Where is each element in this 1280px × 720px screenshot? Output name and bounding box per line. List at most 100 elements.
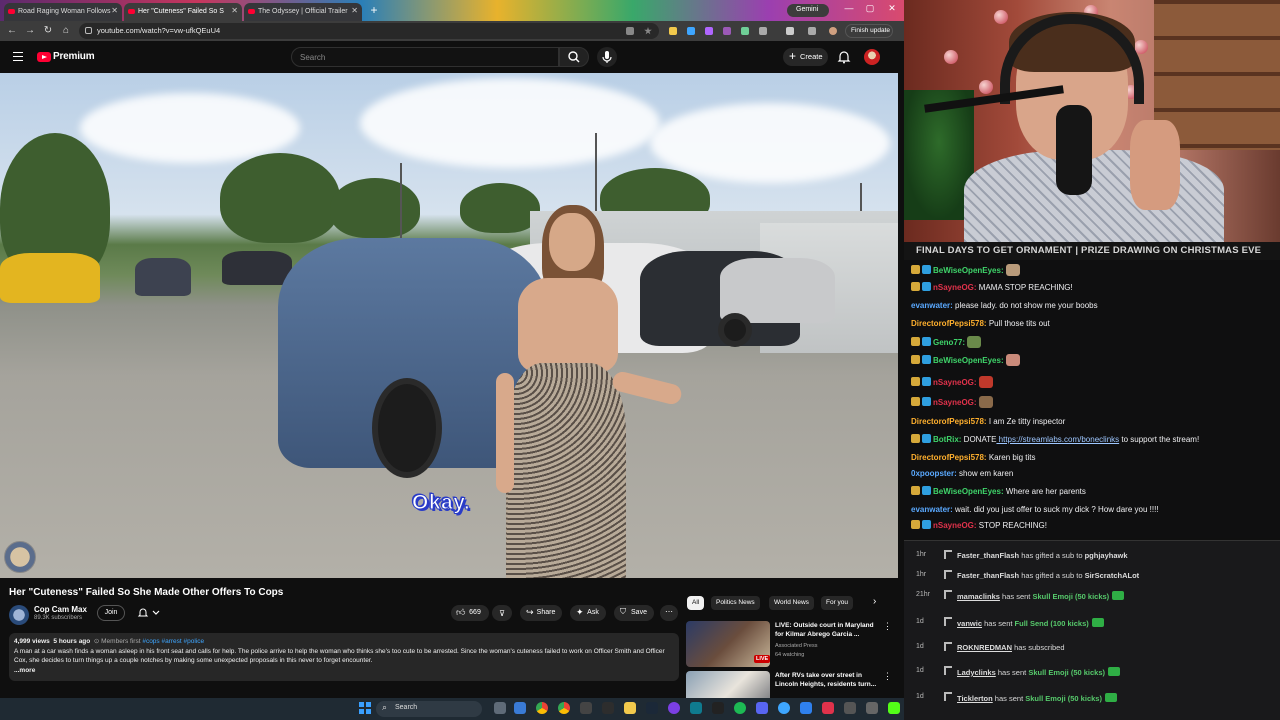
back-icon[interactable]: ← [6,25,18,37]
chrome-icon[interactable] [536,702,548,714]
create-button[interactable]: + Create [783,48,828,66]
description-box[interactable]: 4,999 views 5 hours ago ⊙ Members first … [9,633,679,681]
chat-username[interactable]: BeWiseOpenEyes: [933,266,1004,275]
download-icon[interactable] [808,27,816,35]
discord-icon[interactable] [756,702,768,714]
chat-username[interactable]: nSayneOG: [933,378,977,387]
chat-username[interactable]: nSayneOG: [933,283,977,292]
event-username[interactable]: Faster_thanFlash [957,571,1019,580]
chat-username[interactable]: BotRix: [933,435,961,444]
close-tab-icon[interactable]: ✕ [231,6,238,15]
subscription-bell-button[interactable] [131,605,165,621]
share-button[interactable]: ↪ Share [520,605,562,621]
event-username[interactable]: Ticklerton [957,694,993,703]
chat-link[interactable]: https://streamlabs.com/boneclinks [996,435,1120,444]
chat-username[interactable]: 0xpoopster: [911,469,957,478]
home-icon[interactable]: ⌂ [60,25,72,37]
chat-username[interactable]: DirectorofPepsi578: [911,453,987,462]
chip-for-you[interactable]: For you [821,596,854,610]
minimize-icon[interactable]: — [841,3,857,17]
chat-username[interactable]: BeWiseOpenEyes: [933,487,1004,496]
tab-cuteness[interactable]: Her "Cuteness" Failed So S ✕ [124,3,242,21]
close-window-icon[interactable]: ✕ [884,3,900,17]
app-icon[interactable] [822,702,834,714]
chat-username[interactable]: DirectorofPepsi578: [911,417,987,426]
chat-username[interactable]: Geno77: [933,338,965,347]
task-view-icon[interactable] [494,702,506,714]
chat-username[interactable]: nSayneOG: [933,398,977,407]
hashtags[interactable]: #cops #arrest #police [142,638,204,645]
finish-update-button[interactable]: Finish update [845,24,893,38]
menu-icon[interactable] [13,52,23,61]
chip-politics-news[interactable]: Politics News [711,596,760,610]
app-icon[interactable] [866,702,878,714]
video-thumbnail[interactable] [686,671,770,698]
more-actions-button[interactable]: ⋯ [660,605,678,621]
chat-username[interactable]: evanwater: [911,301,953,310]
like-button[interactable]: 👍︎ 669 [451,605,489,621]
sidebar-icon[interactable] [786,27,794,35]
extensions-puzzle-icon[interactable] [759,27,767,35]
event-recipient[interactable]: SirScratchALot [1085,571,1140,580]
install-icon[interactable] [626,27,634,35]
copilot-icon[interactable] [514,702,526,714]
account-avatar[interactable] [864,49,880,65]
extension-icon[interactable] [723,27,731,35]
chat-username[interactable]: evanwater: [911,505,953,514]
terminal-icon[interactable] [602,702,614,714]
profile-avatar[interactable] [829,27,837,35]
obs-icon[interactable] [712,702,724,714]
steam-icon[interactable] [646,702,658,714]
new-tab-icon[interactable]: + [367,3,381,17]
chrome-icon[interactable] [558,702,570,714]
app-icon[interactable] [580,702,592,714]
app-icon[interactable] [668,702,680,714]
show-more-link[interactable]: ...more [14,666,674,676]
event-username[interactable]: mamaclinks [957,592,1000,601]
recommended-title[interactable]: After RVs take over street in Lincoln He… [775,671,881,689]
forward-icon[interactable]: → [24,25,36,37]
event-username[interactable]: ROKNREDMAN [957,643,1012,652]
chat-username[interactable]: nSayneOG: [933,521,977,530]
dislike-button[interactable]: ⊽ [492,605,512,621]
chip-all[interactable]: All [687,596,705,610]
address-bar[interactable]: youtube.com/watch?v=vw-ufkQEuU4 [79,23,659,39]
recommended-title[interactable]: LIVE: Outside court in Maryland for Kilm… [775,621,881,639]
close-tab-icon[interactable]: ✕ [111,6,118,15]
event-username[interactable]: Ladyclinks [957,668,996,677]
voice-search-button[interactable] [597,47,617,67]
event-username[interactable]: Faster_thanFlash [957,551,1019,560]
extension-icon[interactable] [741,27,749,35]
windows-start-icon[interactable] [359,702,371,714]
restore-icon[interactable]: ▢ [862,3,878,17]
close-tab-icon[interactable]: ✕ [351,6,358,15]
app-icon[interactable] [690,702,702,714]
chevron-right-icon[interactable]: › [873,596,876,607]
reload-icon[interactable]: ↻ [42,25,54,37]
event-recipient[interactable]: pghjayhawk [1085,551,1128,560]
spotify-icon[interactable] [734,702,746,714]
extension-icon[interactable] [687,27,695,35]
search-button[interactable] [559,47,589,67]
tab-road-raging[interactable]: Road Raging Woman Follows ✕ [4,3,122,21]
taskbar-search[interactable]: ⌕ Search [376,701,482,717]
chat-username[interactable]: BeWiseOpenEyes: [933,356,1004,365]
extension-icon[interactable] [705,27,713,35]
app-icon[interactable] [844,702,856,714]
app-icon[interactable] [778,702,790,714]
join-button[interactable]: Join [97,605,125,621]
tab-odyssey[interactable]: The Odyssey | Official Trailer ✕ [244,3,362,21]
recommended-video[interactable]: LIVE LIVE: Outside court in Maryland for… [686,621,896,667]
save-button[interactable]: ⛉ Save [614,605,654,621]
ask-button[interactable]: ✦ Ask [570,605,606,621]
site-info-icon[interactable] [85,27,92,34]
recommended-video[interactable]: After RVs take over street in Lincoln He… [686,671,896,698]
channel-name[interactable]: Cop Cam Max [34,605,87,614]
chat-username[interactable]: DirectorofPepsi578: [911,319,987,328]
channel-avatar[interactable] [9,605,29,625]
notifications-button[interactable] [837,50,851,64]
event-username[interactable]: vanwic [957,619,982,628]
more-vertical-icon[interactable]: ⋮ [883,621,892,632]
extension-icon[interactable] [669,27,677,35]
channel-watermark[interactable] [4,541,36,573]
